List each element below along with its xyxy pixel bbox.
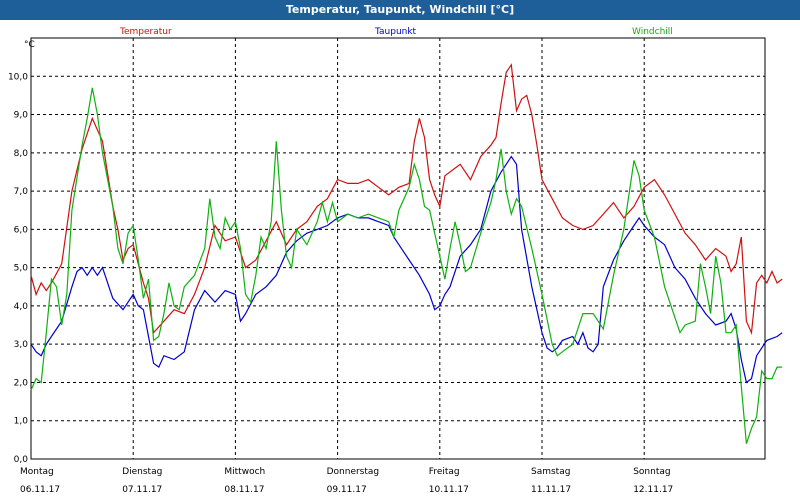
x-tick-date: 09.11.17 bbox=[327, 485, 367, 495]
y-tick-label: 3,0 bbox=[14, 340, 29, 350]
x-tick-day: Montag bbox=[20, 467, 54, 477]
y-tick-label: 0,0 bbox=[14, 455, 29, 465]
x-tick-day: Donnerstag bbox=[327, 467, 380, 477]
y-tick-label: 7,0 bbox=[14, 187, 29, 197]
y-tick-label: 10,0 bbox=[8, 72, 28, 82]
legend-item-temperatur: Temperatur bbox=[119, 27, 172, 37]
x-tick-group: Mittwoch 08.11.17 bbox=[224, 467, 265, 495]
x-tick-date: 11.11.17 bbox=[531, 485, 571, 495]
x-tick-labels: Montag 06.11.17 Dienstag 07.11.17 Mittwoch 08… bbox=[20, 467, 673, 495]
x-tick-group: Freitag 10.11.17 bbox=[429, 467, 469, 495]
x-tick-date: 07.11.17 bbox=[122, 485, 162, 495]
y-tick-label: 6,0 bbox=[14, 225, 29, 235]
legend: Temperatur Taupunkt Windchill bbox=[119, 27, 673, 37]
y-tick-label: 2,0 bbox=[14, 378, 29, 388]
x-tick-group: Montag 06.11.17 bbox=[20, 467, 60, 495]
y-tick-label: 1,0 bbox=[14, 417, 29, 427]
y-tick-label: 9,0 bbox=[14, 111, 29, 121]
x-tick-group: Donnerstag 09.11.17 bbox=[327, 467, 380, 495]
x-tick-date: 06.11.17 bbox=[20, 485, 60, 495]
x-tick-group: Samstag 11.11.17 bbox=[531, 467, 571, 495]
legend-item-windchill: Windchill bbox=[632, 27, 673, 37]
x-tick-group: Dienstag 07.11.17 bbox=[122, 467, 162, 495]
y-tick-label: 8,0 bbox=[14, 149, 29, 159]
x-tick-date: 10.11.17 bbox=[429, 485, 469, 495]
x-tick-day: Samstag bbox=[531, 467, 570, 477]
legend-item-taupunkt: Taupunkt bbox=[374, 27, 417, 37]
x-tick-day: Mittwoch bbox=[224, 467, 265, 477]
chart-area: 0,0 1,0 2,0 3,0 4,0 5,0 6,0 7,0 8,0 9,0 10,0 Monta… bbox=[8, 27, 783, 495]
x-tick-day: Dienstag bbox=[122, 467, 162, 477]
y-tick-label: 5,0 bbox=[14, 264, 29, 274]
x-tick-group: Sonntag 12.11.17 bbox=[633, 467, 673, 495]
y-tick-labels: 0,0 1,0 2,0 3,0 4,0 5,0 6,0 7,0 8,0 9,0 10,0 bbox=[8, 72, 28, 465]
y-axis-label: °C bbox=[24, 40, 35, 50]
y-tick-label: 4,0 bbox=[14, 302, 29, 312]
x-tick-date: 08.11.17 bbox=[224, 485, 264, 495]
plot-frame bbox=[30, 37, 766, 460]
x-tick-day: Sonntag bbox=[633, 467, 670, 477]
x-tick-day: Freitag bbox=[429, 467, 460, 477]
chart-title: Temperatur, Taupunkt, Windchill [°C] bbox=[0, 0, 800, 20]
x-tick-date: 12.11.17 bbox=[633, 485, 673, 495]
